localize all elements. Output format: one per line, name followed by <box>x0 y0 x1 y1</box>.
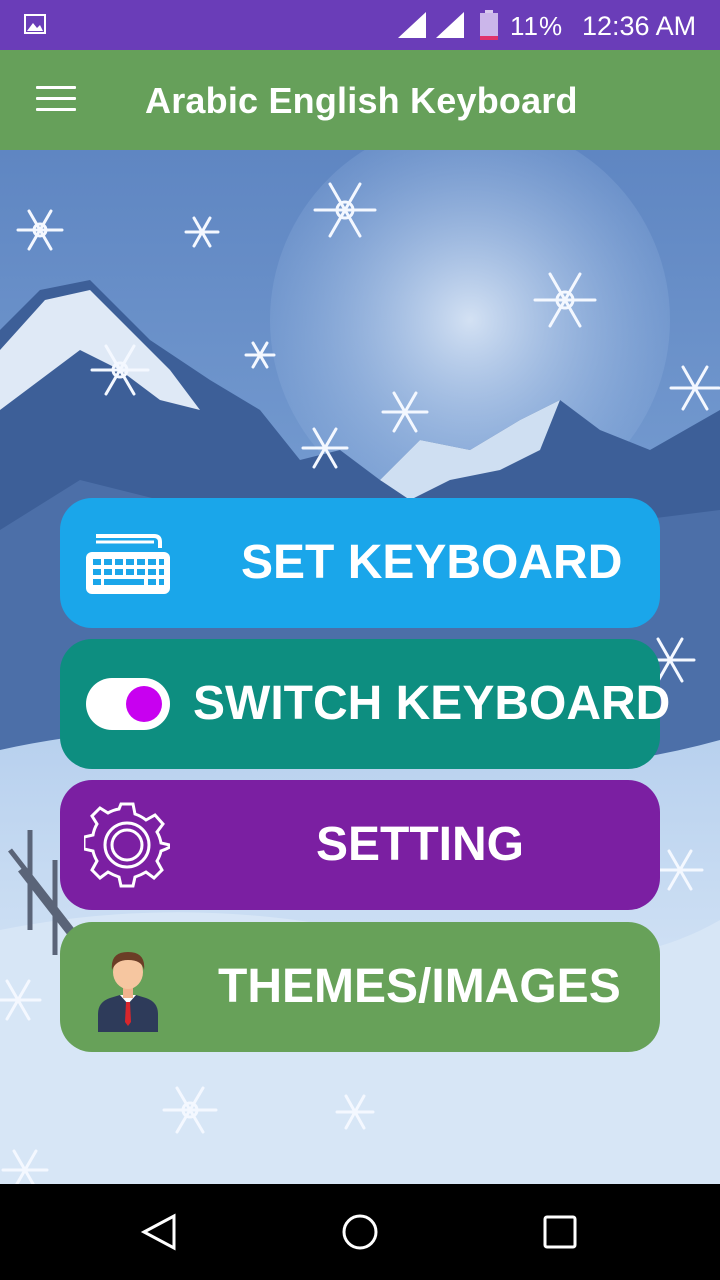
signal-icon <box>398 12 426 38</box>
themes-images-button[interactable]: THEMES/IMAGES <box>60 922 660 1052</box>
home-circle-icon[interactable] <box>330 1202 390 1262</box>
set-keyboard-label: SET KEYBOARD <box>241 536 623 589</box>
app-title: Arabic English Keyboard <box>145 80 578 121</box>
keyboard-icon <box>86 534 170 594</box>
set-keyboard-button[interactable]: SET KEYBOARD <box>60 498 660 628</box>
setting-label: SETTING <box>316 818 525 871</box>
setting-button[interactable]: SETTING <box>60 780 660 910</box>
hamburger-menu-icon[interactable] <box>36 86 76 116</box>
clock: 12:36 AM <box>582 11 697 41</box>
recents-square-icon[interactable] <box>530 1202 590 1262</box>
switch-keyboard-button[interactable]: SWITCH KEYBOARD <box>60 639 670 769</box>
status-bar: 11% 12:36 AM <box>0 0 720 50</box>
back-triangle-icon[interactable] <box>130 1202 190 1262</box>
signal-icon <box>436 12 464 38</box>
app-bar: Arabic English Keyboard <box>0 50 720 150</box>
person-avatar-icon <box>98 952 158 1032</box>
themes-images-label: THEMES/IMAGES <box>218 960 621 1013</box>
switch-keyboard-label: SWITCH KEYBOARD <box>193 677 671 730</box>
battery-icon <box>480 10 498 40</box>
battery-percent: 11% <box>510 11 564 41</box>
toggle-switch-icon <box>86 678 170 730</box>
navigation-bar <box>0 1184 720 1280</box>
gear-icon <box>84 802 170 888</box>
image-notification-icon <box>24 14 46 34</box>
